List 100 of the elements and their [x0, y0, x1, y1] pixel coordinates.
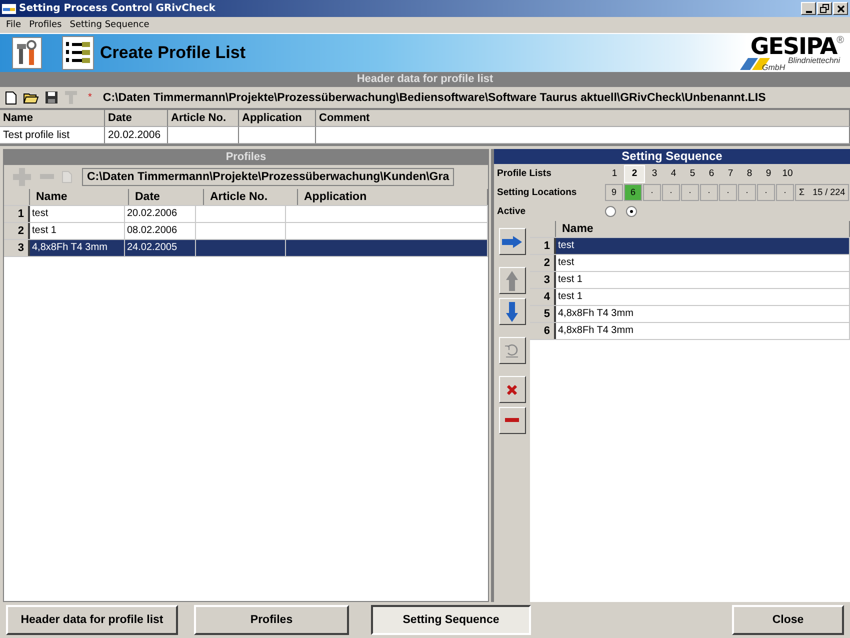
arrow-up-icon [506, 270, 518, 290]
sequence-row[interactable]: 2 test [530, 255, 850, 272]
panel-header: Profiles [4, 150, 488, 165]
row-label: Active [497, 206, 527, 217]
profile-list-tab[interactable]: 2 [624, 164, 645, 182]
profile-list-tab[interactable]: 4 [664, 166, 683, 182]
close-window-button[interactable] [833, 2, 848, 15]
add-to-sequence-button[interactable] [498, 228, 526, 255]
menu-item[interactable]: Profiles [29, 20, 62, 30]
table-cell: test [556, 255, 850, 271]
profile-list-tab[interactable]: 8 [740, 166, 759, 182]
table-cell: test 1 [30, 223, 125, 239]
table-cell: Test profile list [0, 127, 105, 144]
sequence-row[interactable]: 5 4,8x8Fh T4 3mm [530, 306, 850, 323]
sequence-row[interactable]: 4 test 1 [530, 289, 850, 306]
column-header[interactable]: Date [105, 110, 168, 127]
restore-icon [820, 4, 829, 13]
column-header[interactable]: Application [298, 189, 488, 205]
save-icon[interactable] [43, 88, 60, 106]
sequence-row[interactable]: 1 test [530, 238, 850, 255]
column-header[interactable]: Name [30, 189, 129, 205]
row-number: 2 [530, 255, 556, 271]
page-title: Create Profile List [100, 43, 246, 63]
profile-list-tab[interactable]: 7 [721, 166, 740, 182]
table-cell: test 1 [556, 272, 850, 288]
location-count: · [681, 184, 699, 201]
column-header[interactable]: Date [129, 189, 204, 205]
table-cell: 24.02.2005 [125, 240, 196, 256]
table-cell: test 1 [556, 289, 850, 305]
row-number: 1 [530, 238, 556, 254]
location-count: · [776, 184, 794, 201]
remove-button[interactable] [498, 407, 526, 434]
row-number: 1 [4, 206, 30, 222]
maximize-button[interactable] [817, 2, 832, 15]
undo-icon [504, 342, 520, 358]
row-number: 4 [530, 289, 556, 305]
location-count: · [757, 184, 775, 201]
window-title: Setting Process Control GRivCheck [19, 3, 216, 14]
arrow-down-icon [506, 302, 518, 322]
nav-button[interactable]: Close [732, 605, 844, 635]
location-count: · [662, 184, 680, 201]
nav-button[interactable]: Setting Sequence [371, 605, 531, 635]
table-cell: 08.02.2006 [125, 223, 196, 239]
table-cell: test [556, 238, 850, 254]
minus-icon [505, 418, 519, 423]
profile-list-tab[interactable]: 5 [683, 166, 702, 182]
profile-list-tab[interactable]: 6 [702, 166, 721, 182]
column-header[interactable]: Article No. [168, 110, 239, 127]
folder-path: C:\Daten Timmermann\Projekte\Prozessüberwachung\Kunden\Gra [82, 168, 454, 186]
profile-row[interactable]: 3 4,8x8Fh T4 3mm 24.02.2005 [4, 240, 488, 257]
move-down-button[interactable] [498, 298, 526, 325]
sequence-row[interactable]: 6 4,8x8Fh T4 3mm [530, 323, 850, 340]
column-header[interactable]: Application [239, 110, 316, 127]
column-header[interactable]: Article No. [204, 189, 298, 205]
table-cell: 20.02.2006 [105, 127, 168, 144]
sum-symbol: Σ [799, 186, 805, 199]
profile-list-tab[interactable]: 10 [778, 166, 797, 182]
minimize-button[interactable] [801, 2, 816, 15]
radio-button[interactable] [605, 206, 616, 217]
row-number: 6 [530, 323, 556, 339]
delete-button[interactable] [498, 376, 526, 403]
tools-icon[interactable] [12, 37, 42, 69]
row-number: 5 [530, 306, 556, 322]
arrow-right-icon [502, 236, 522, 248]
new-icon[interactable] [3, 88, 19, 106]
table-cell: 20.02.2006 [125, 206, 196, 222]
table-cell: 4,8x8Fh T4 3mm [556, 323, 850, 339]
location-count: · [719, 184, 737, 201]
row-number: 2 [4, 223, 30, 239]
radio-button[interactable] [626, 206, 637, 217]
nav-button[interactable]: Header data for profile list [6, 605, 178, 635]
nav-button[interactable]: Profiles [194, 605, 349, 635]
sequence-row[interactable]: 3 test 1 [530, 272, 850, 289]
column-header[interactable]: Name [0, 110, 105, 127]
total-value: 15 / 224 [812, 186, 846, 199]
table-cell: test [30, 206, 125, 222]
profile-row[interactable]: 1 test 20.02.2006 [4, 206, 488, 223]
table-cell: 4,8x8Fh T4 3mm [30, 240, 125, 256]
column-header[interactable]: Comment [316, 110, 850, 127]
menu-item[interactable]: File [6, 20, 22, 30]
location-count: 6 [624, 184, 642, 201]
panel-header: Setting Sequence [494, 149, 850, 164]
modified-mark: * [88, 92, 92, 103]
location-count: · [643, 184, 661, 201]
cross-icon [506, 384, 518, 396]
file-path: C:\Daten Timmermann\Projekte\Prozessüberwachung\Bediensoftware\Software Taurus aktuell\GRivCheck\Unbenannt.LIS [102, 92, 766, 104]
row-label: Profile Lists [497, 168, 552, 179]
location-count: · [700, 184, 718, 201]
minimize-icon [806, 10, 812, 12]
profile-list-tab[interactable]: 1 [605, 166, 624, 182]
row-number: 3 [4, 240, 30, 256]
location-count: 9 [605, 184, 623, 201]
row-label: Setting Locations [497, 187, 578, 198]
profile-list-tab[interactable]: 3 [645, 166, 664, 182]
profile-list-tab[interactable]: 9 [759, 166, 778, 182]
menu-item[interactable]: Setting Sequence [70, 20, 150, 30]
row-number: 3 [530, 272, 556, 288]
app-icon [2, 4, 16, 14]
location-count: · [738, 184, 756, 201]
section-header: Header data for profile list [0, 72, 850, 87]
